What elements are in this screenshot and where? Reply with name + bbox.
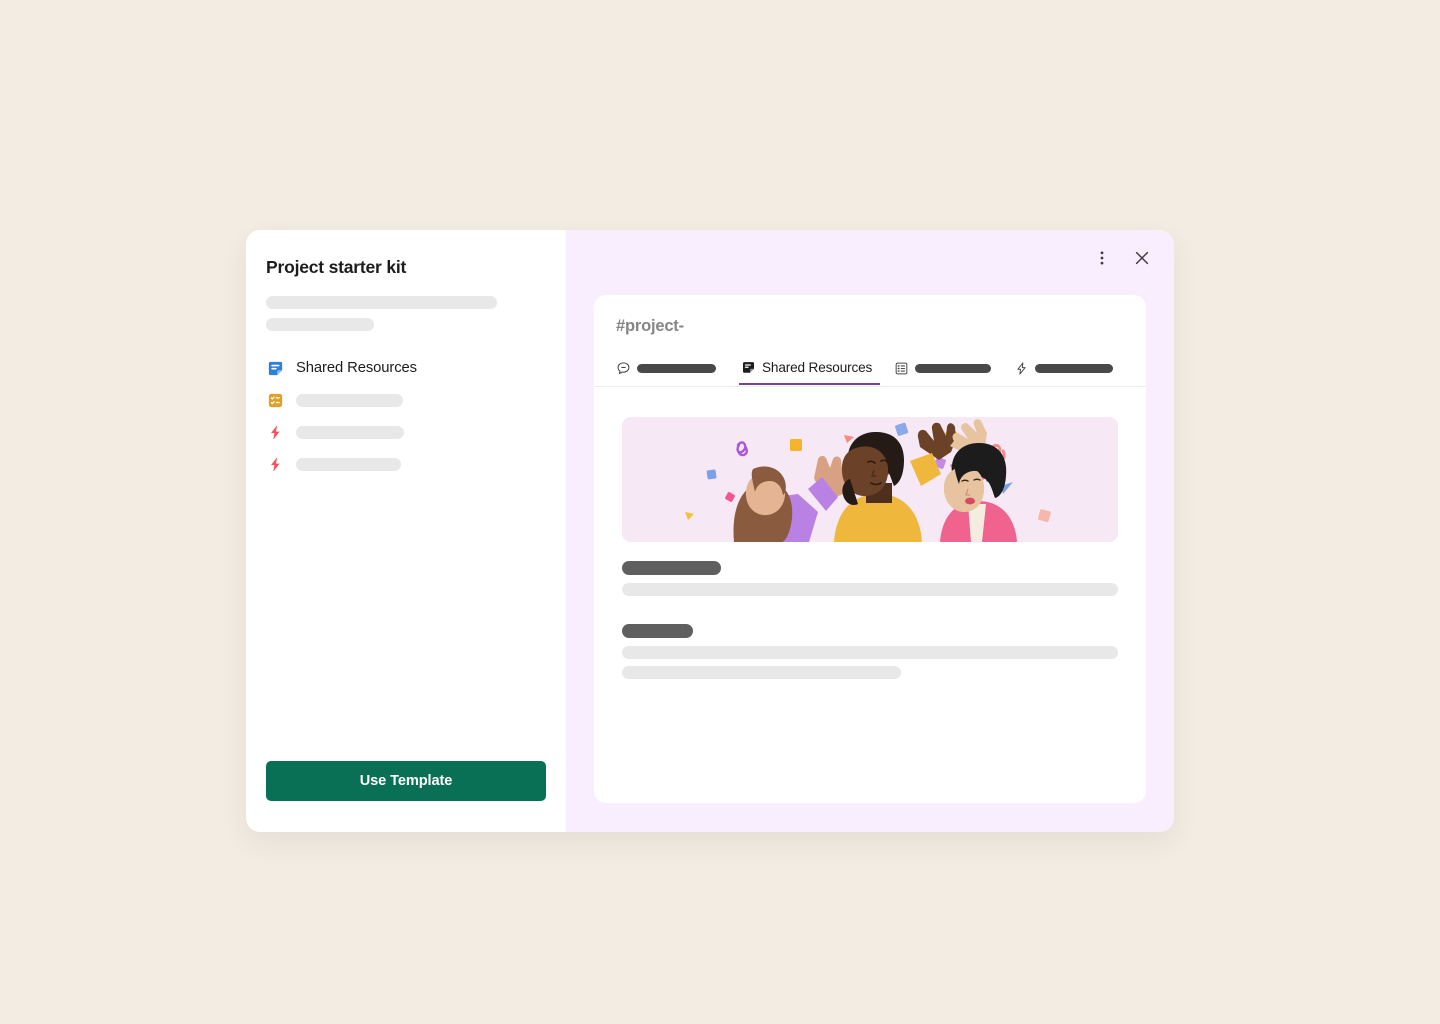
content-heading-placeholder-2 [622,624,693,638]
list-item-checklist[interactable] [266,384,546,416]
list-item-label-placeholder [296,425,404,439]
vertical-dots-icon [1100,251,1104,265]
tab-workflows[interactable] [1014,352,1122,385]
tab-label-placeholder [915,364,992,373]
template-preview-panel: #project- Shared Resources [566,230,1174,832]
page-title: Project starter kit [266,257,407,277]
sidebar-description-placeholder-2 [266,318,374,331]
close-icon [1135,251,1149,265]
content-line-placeholder-3 [622,666,901,679]
bolt-icon [1014,361,1029,376]
content-heading-placeholder-1 [622,561,721,575]
template-details-sidebar: Project starter kit Shared Resources Use… [246,230,566,832]
messages-icon [616,361,631,376]
channel-name: #project- [616,317,684,335]
preview-content-skeleton [622,561,1118,679]
content-line-placeholder-2 [622,646,1118,659]
tab-label-placeholder [637,364,716,373]
channel-preview-card: #project- Shared Resources [594,295,1146,803]
tabs-divider [594,386,1146,387]
tab-list[interactable] [894,352,1000,385]
channel-tabs: Shared Resources [616,352,1146,385]
preview-toolbar [1086,242,1158,274]
close-button[interactable] [1126,242,1158,274]
celebration-high-five-illustration [622,417,1118,542]
list-item-label-placeholder [296,457,401,471]
workflow-bolt-icon [266,455,285,474]
tab-label: Shared Resources [762,360,873,375]
canvas-icon [266,359,285,378]
checklist-icon [266,391,285,410]
more-options-button[interactable] [1086,242,1118,274]
tab-messages[interactable] [616,352,725,385]
list-item-label: Shared Resources [296,360,417,376]
content-line-placeholder-1 [622,583,1118,596]
use-template-button[interactable]: Use Template [266,761,546,801]
workflow-bolt-icon [266,423,285,442]
sidebar-description-placeholder-1 [266,296,497,309]
list-item-shared-resources[interactable]: Shared Resources [266,352,546,384]
template-contents-list: Shared Resources [266,352,546,480]
list-item-workflow-1[interactable] [266,416,546,448]
canvas-icon [741,360,756,375]
tab-shared-resources[interactable]: Shared Resources [739,352,881,385]
tab-label-placeholder [1035,364,1114,373]
template-preview-modal: Project starter kit Shared Resources Use… [246,230,1174,832]
list-item-label-placeholder [296,393,403,407]
list-item-workflow-2[interactable] [266,448,546,480]
list-icon [894,361,909,376]
